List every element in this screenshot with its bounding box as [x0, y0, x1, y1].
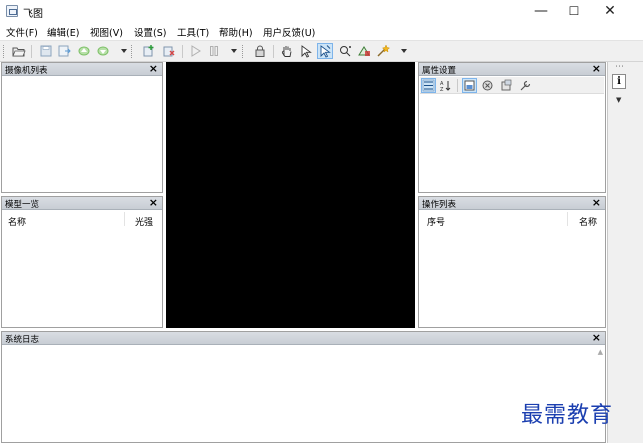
toolbar-separator: [457, 79, 458, 92]
hand-pan-icon[interactable]: [280, 44, 294, 58]
panel-header: 操作列表 ×: [419, 196, 605, 210]
open-folder-icon[interactable]: [12, 44, 26, 58]
panel-header: 摄像机列表 ×: [2, 62, 162, 76]
sort-alpha-icon[interactable]: AZ: [439, 79, 452, 92]
up-arrow-icon[interactable]: [77, 44, 91, 58]
lock-icon[interactable]: [253, 44, 267, 58]
panel-title: 属性设置: [422, 66, 457, 76]
down-arrow-icon[interactable]: [96, 44, 110, 58]
scroll-up-arrow[interactable]: ▲: [598, 348, 603, 356]
close-icon[interactable]: ×: [592, 62, 601, 75]
events-icon[interactable]: [481, 79, 494, 92]
column-header-name[interactable]: 名称: [8, 215, 26, 228]
properties-toolbar: AZ: [420, 77, 604, 94]
column-header-name[interactable]: 名称: [579, 215, 597, 228]
menu-tools[interactable]: 工具(T): [177, 25, 209, 39]
title-bar: 飞图 — ☐ ✕: [0, 0, 643, 22]
pin-icon[interactable]: ⋯: [615, 62, 625, 72]
panel-header: 属性设置 ×: [419, 62, 605, 76]
minimize-button[interactable]: —: [523, 0, 559, 22]
menu-view[interactable]: 视图(V): [90, 25, 123, 39]
panel-title: 模型一览: [5, 200, 40, 210]
toolbar-separator: [31, 45, 32, 58]
effects-icon[interactable]: [376, 44, 390, 58]
system-log-panel: 系统日志 × ▲: [1, 331, 606, 443]
model-list-panel: 模型一览 × 名称 光强: [1, 196, 163, 328]
panel-title: 摄像机列表: [5, 66, 48, 76]
panel-header: 模型一览 ×: [2, 196, 162, 210]
property-pages-icon[interactable]: [462, 78, 477, 93]
properties-panel: 属性设置 × AZ: [418, 62, 606, 193]
toolbar-grip[interactable]: [242, 45, 244, 58]
chevron-down-icon[interactable]: [121, 49, 127, 53]
chevron-down-icon[interactable]: ▼: [616, 96, 621, 104]
column-header-index[interactable]: 序号: [427, 215, 445, 228]
zoom-icon[interactable]: [338, 44, 352, 58]
info-tab[interactable]: i: [612, 74, 626, 89]
operations-panel: 操作列表 × 序号 名称: [418, 196, 606, 328]
toolbar-grip[interactable]: [131, 45, 133, 58]
remove-model-icon[interactable]: [162, 44, 176, 58]
save-icon[interactable]: [39, 44, 53, 58]
right-dock-strip: ⋯ i ▼: [607, 62, 643, 443]
chevron-down-icon[interactable]: [401, 49, 407, 53]
panel-title: 系统日志: [5, 335, 40, 345]
measure-icon[interactable]: [357, 44, 371, 58]
panel-header: 系统日志 ×: [2, 331, 605, 345]
toolbar-separator: [182, 45, 183, 58]
close-button[interactable]: ✕: [592, 0, 628, 22]
close-icon[interactable]: ×: [592, 196, 601, 209]
menu-help[interactable]: 帮助(H): [219, 25, 253, 39]
menu-bar: 文件(F) 编辑(E) 视图(V) 设置(S) 工具(T) 帮助(H) 用户反馈…: [0, 22, 643, 40]
close-icon[interactable]: ×: [592, 331, 601, 344]
menu-file[interactable]: 文件(F): [6, 25, 38, 39]
toolbar: [0, 40, 643, 62]
operations-header-row: 序号 名称: [419, 210, 605, 229]
model-list-header-row: 名称 光强: [2, 210, 162, 229]
toolbar-grip[interactable]: [3, 45, 5, 58]
panel-title: 操作列表: [422, 200, 457, 210]
add-model-icon[interactable]: [142, 44, 156, 58]
close-icon[interactable]: ×: [149, 62, 158, 75]
window-title: 飞图: [23, 9, 43, 20]
export-icon[interactable]: [57, 44, 71, 58]
menu-edit[interactable]: 编辑(E): [47, 25, 79, 39]
menu-settings[interactable]: 设置(S): [134, 25, 166, 39]
app-icon: [6, 5, 18, 17]
chevron-down-icon[interactable]: [231, 49, 237, 53]
menu-feedback[interactable]: 用户反馈(U): [263, 25, 315, 39]
watermark: 最需教育: [521, 403, 614, 428]
maximize-button[interactable]: ☐: [556, 0, 592, 22]
3d-viewport[interactable]: [166, 62, 415, 328]
column-header-intensity[interactable]: 光强: [135, 215, 153, 228]
select-tool-icon[interactable]: [317, 43, 333, 59]
column-divider[interactable]: [124, 212, 125, 226]
wrench-icon[interactable]: [519, 79, 532, 92]
svg-text:Z: Z: [440, 87, 444, 92]
play-icon[interactable]: [188, 44, 202, 58]
column-divider[interactable]: [567, 212, 568, 226]
close-icon[interactable]: ×: [149, 196, 158, 209]
sort-category-icon[interactable]: [421, 78, 436, 93]
settings-icon[interactable]: [500, 79, 513, 92]
toolbar-separator: [273, 45, 274, 58]
camera-list-panel: 摄像机列表 ×: [1, 62, 163, 193]
pause-icon[interactable]: [207, 44, 221, 58]
pointer-select-icon[interactable]: [299, 44, 313, 58]
